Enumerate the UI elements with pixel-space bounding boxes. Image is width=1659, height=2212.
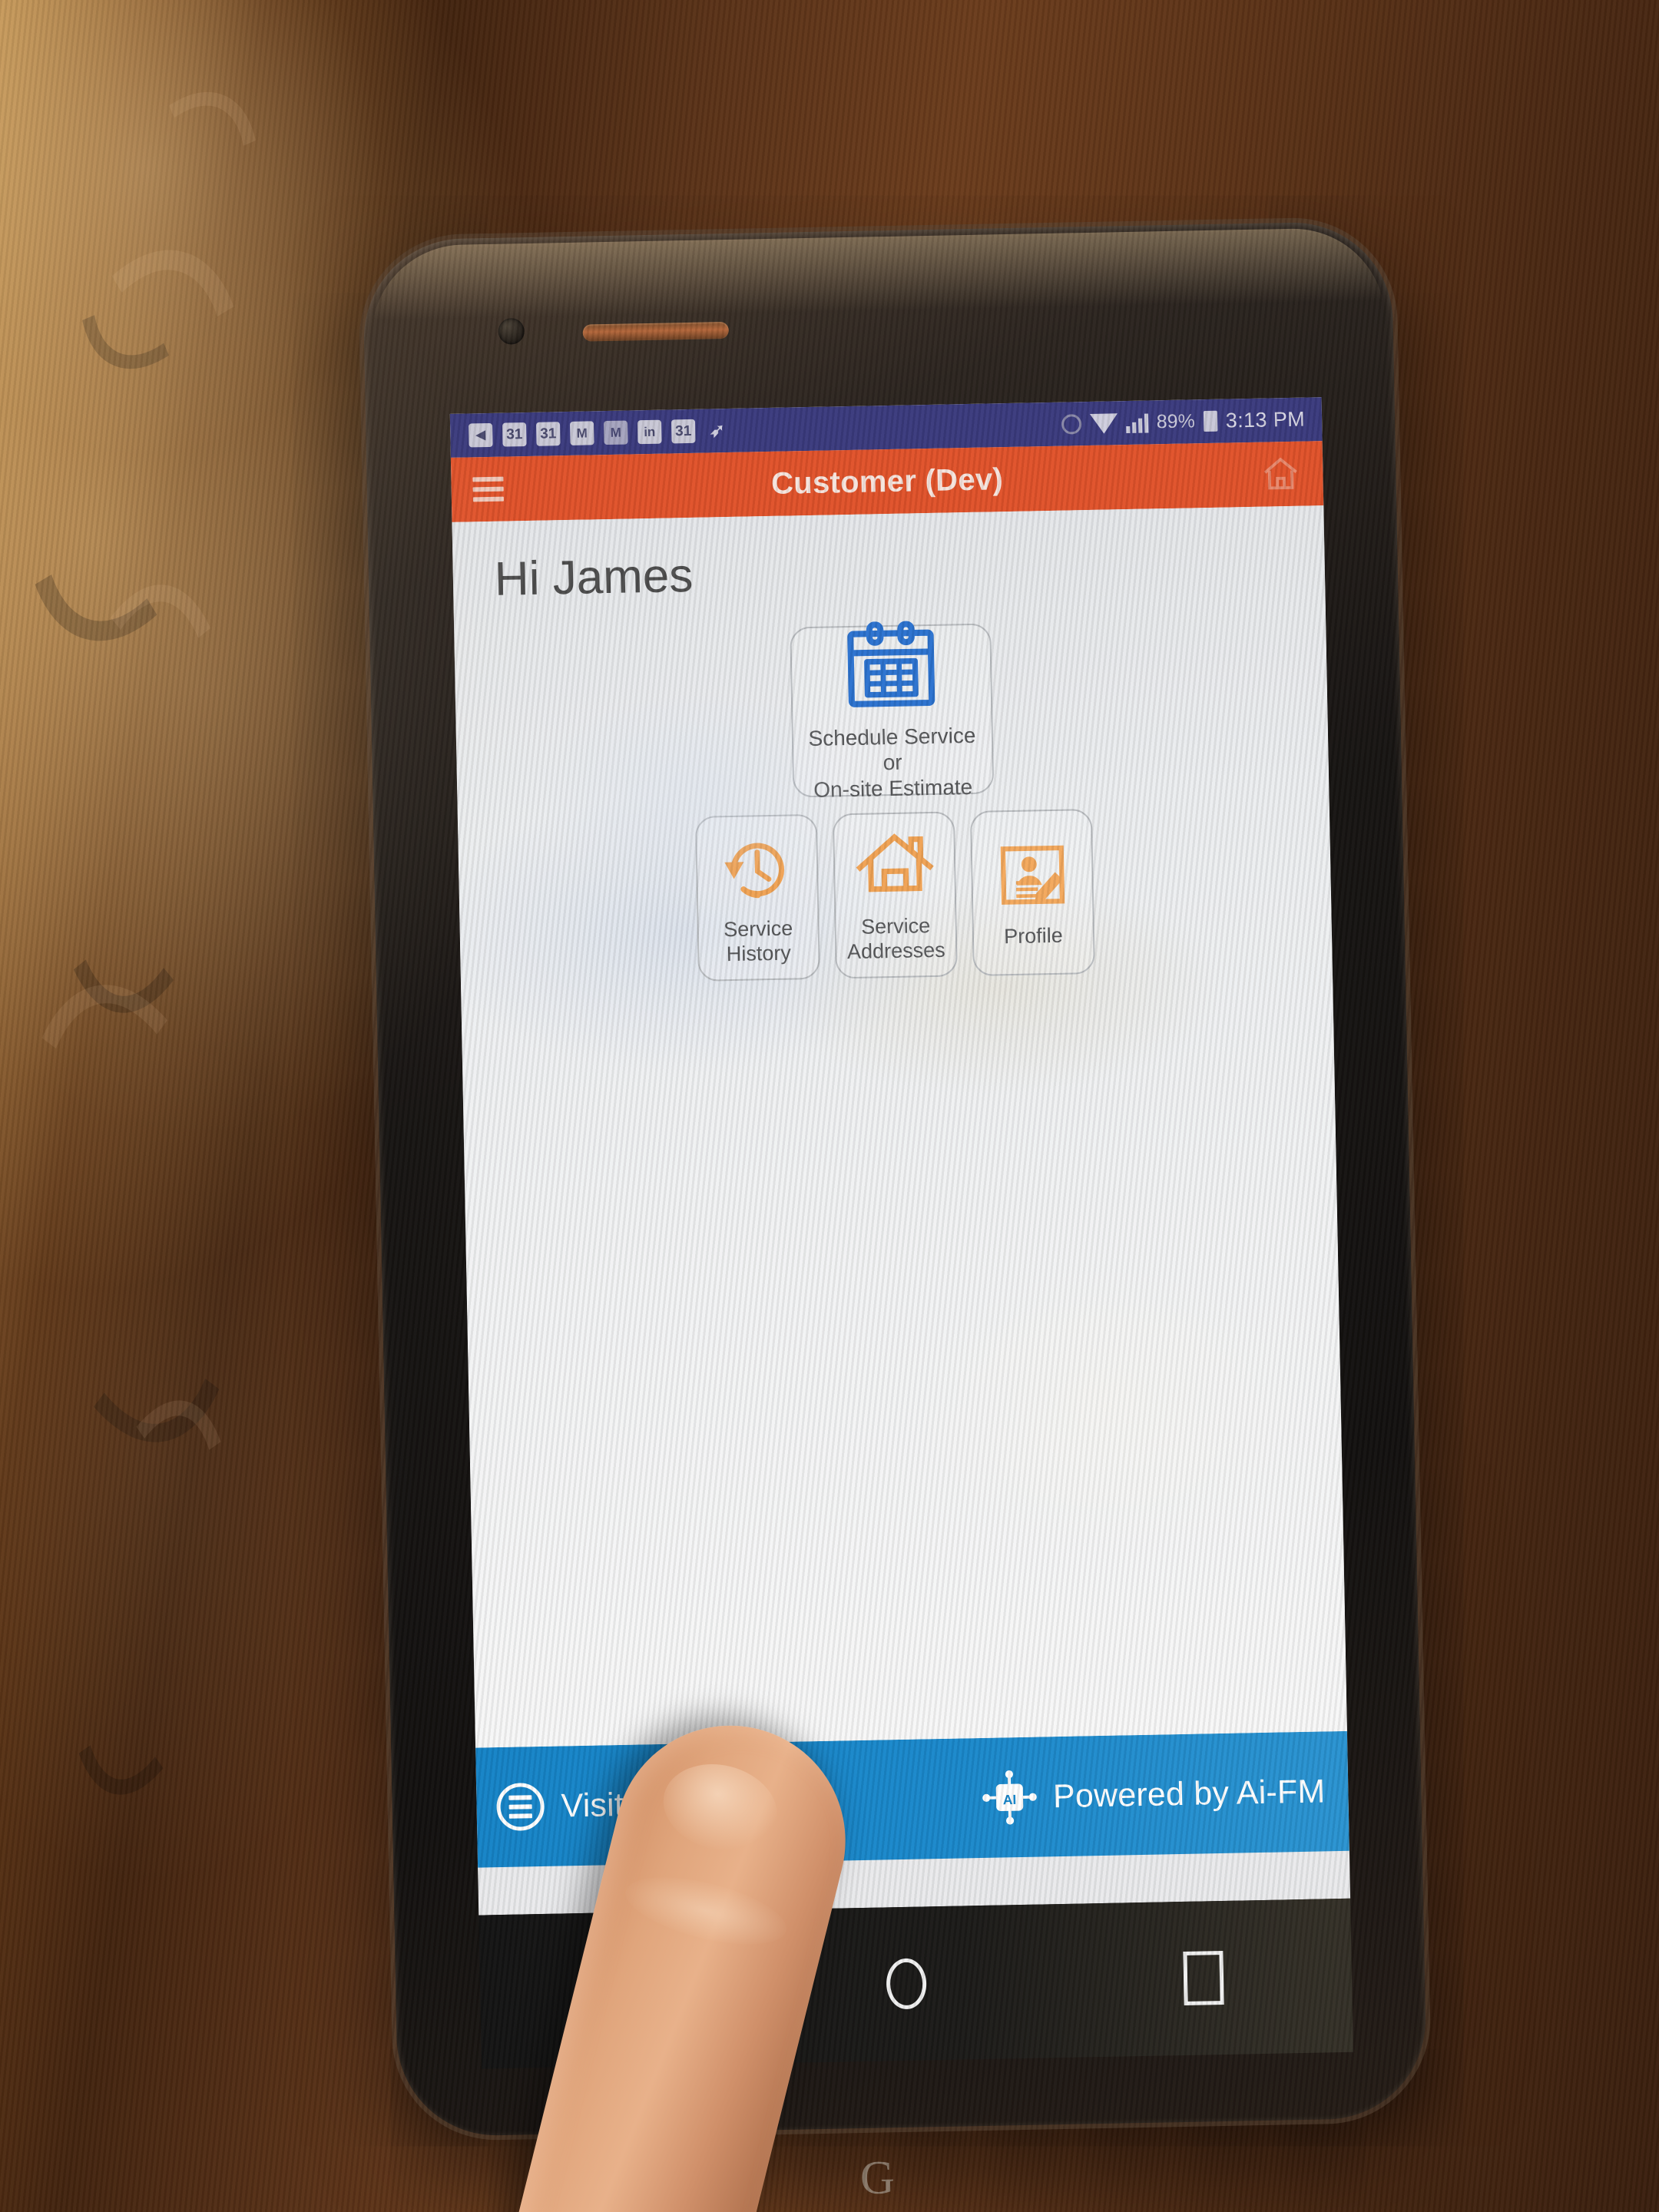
tile-label: Service Addresses xyxy=(846,913,945,963)
secondary-tile-row: Service History Service Addresses Profil… xyxy=(458,804,1333,986)
action-tiles: Schedule Service or On-site Estimate Ser… xyxy=(454,617,1333,986)
tile-service-addresses[interactable]: Service Addresses xyxy=(832,811,958,979)
wifi-icon xyxy=(1089,412,1118,434)
battery-icon xyxy=(1203,410,1218,432)
phone-top-bezel xyxy=(362,220,1394,425)
tile-label: Schedule Service or On-site Estimate xyxy=(808,724,976,802)
circled-menu-icon xyxy=(496,1782,545,1832)
smartphone-device: ◀ 31 31 M M in 31 ➶ 89% 3:13 PM Customer… xyxy=(362,220,1428,2204)
tile-service-history[interactable]: Service History xyxy=(694,813,820,982)
calendar-icon xyxy=(840,621,942,714)
linkedin-icon: in xyxy=(637,419,662,445)
home-icon[interactable] xyxy=(1260,453,1302,495)
gmail-icon: M xyxy=(569,421,594,445)
android-recents-icon[interactable] xyxy=(1183,1950,1224,2005)
battery-percent: 89% xyxy=(1156,410,1196,433)
profile-card-edit-icon xyxy=(992,837,1073,916)
android-home-icon[interactable] xyxy=(886,1958,928,2010)
powered-by-label: Powered by Ai-FM xyxy=(1052,1772,1326,1815)
cellular-signal-icon xyxy=(1125,412,1149,434)
svg-text:AI: AI xyxy=(1002,1792,1016,1807)
status-system-icons: 89% 3:13 PM xyxy=(1061,408,1305,436)
main-content: Hi James Schedule Service or On-site Est… xyxy=(452,505,1347,1748)
tile-schedule-service[interactable]: Schedule Service or On-site Estimate xyxy=(789,621,994,801)
wood-carving-ornament xyxy=(43,66,295,395)
tile-profile[interactable]: Profile xyxy=(969,808,1095,976)
ambient-light-glow xyxy=(0,0,384,461)
tile-label: Service History xyxy=(723,916,793,965)
page-title: Customer (Dev) xyxy=(770,462,1004,501)
hamburger-menu-icon[interactable] xyxy=(472,476,504,502)
calendar-31-icon: 31 xyxy=(502,422,527,447)
do-not-disturb-icon xyxy=(1061,413,1082,435)
front-camera xyxy=(498,318,525,345)
powered-by-badge[interactable]: AI Powered by Ai-FM xyxy=(979,1761,1326,1828)
wood-carving-ornament xyxy=(31,575,253,1022)
app-footer-bar: Visit Our Site AI xyxy=(475,1730,1349,1868)
wood-carving-ornament xyxy=(0,227,283,664)
phone-screen: ◀ 31 31 M M in 31 ➶ 89% 3:13 PM Customer… xyxy=(449,397,1351,1916)
earpiece-speaker xyxy=(582,321,729,342)
history-clock-icon xyxy=(717,830,798,909)
calendar-31-icon-2: 31 xyxy=(536,422,561,446)
gmail-icon-2: M xyxy=(603,420,628,445)
status-notification-icons: ◀ 31 31 M M in 31 ➶ xyxy=(469,419,730,448)
house-icon xyxy=(854,828,935,906)
wood-carving-ornament xyxy=(39,1387,260,1808)
device-brand-mark: G xyxy=(859,2151,896,2205)
ai-chip-icon: AI xyxy=(979,1767,1039,1828)
photo-scene: ◀ 31 31 M M in 31 ➶ 89% 3:13 PM Customer… xyxy=(0,0,1659,2212)
calendar-31-icon-3: 31 xyxy=(671,419,696,444)
primary-tile-row: Schedule Service or On-site Estimate xyxy=(454,617,1329,804)
tile-label: Profile xyxy=(1003,923,1063,948)
greeting-text: Hi James xyxy=(494,548,694,606)
twitter-icon: ➶ xyxy=(709,419,726,441)
status-clock: 3:13 PM xyxy=(1225,407,1306,432)
more-notifications-icon: ◀ xyxy=(469,422,493,448)
wood-carving-ornament xyxy=(0,970,270,1457)
